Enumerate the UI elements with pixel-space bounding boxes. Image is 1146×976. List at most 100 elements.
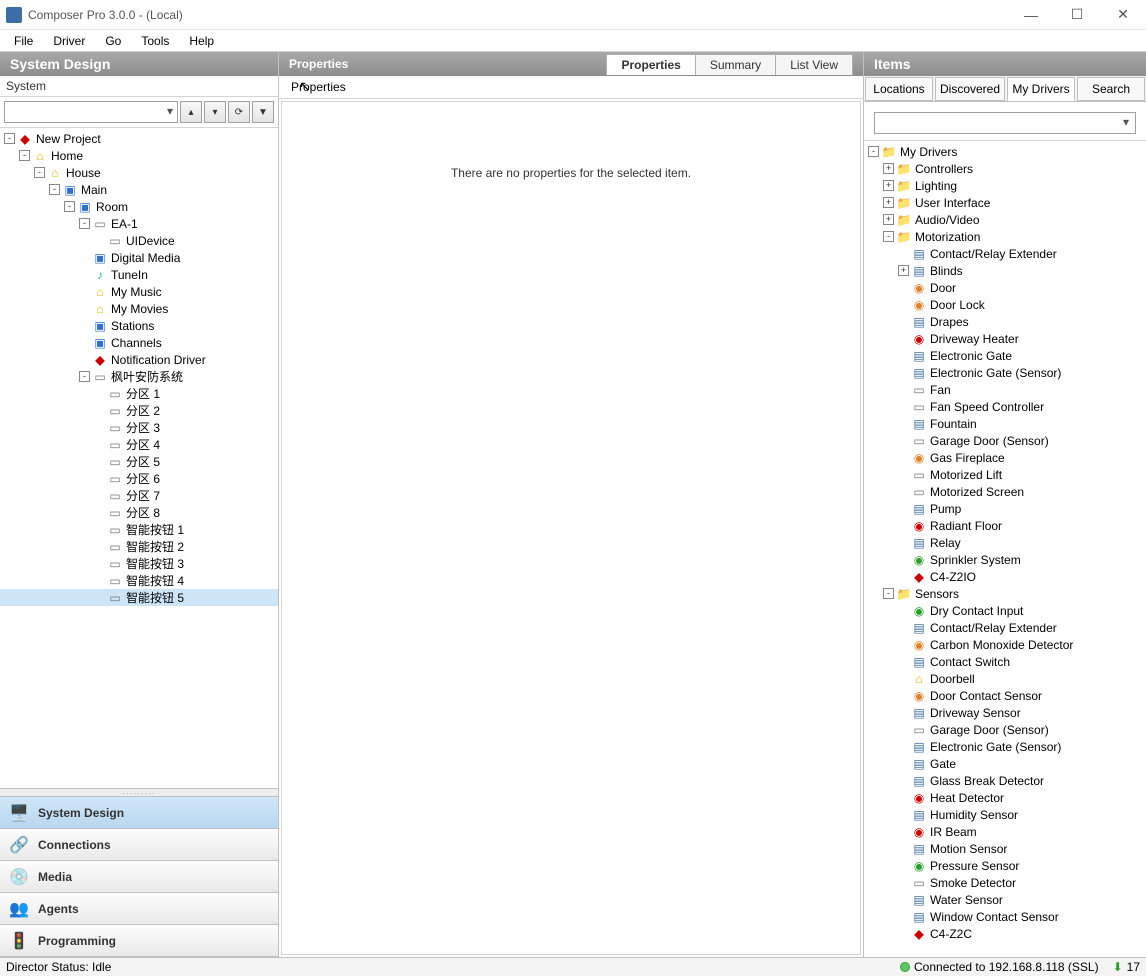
refresh-button[interactable]: ⟳ xyxy=(228,101,250,123)
nav-programming[interactable]: 🚦Programming xyxy=(0,925,278,957)
tree-item[interactable]: ◉Dry Contact Input xyxy=(864,602,1146,619)
tree-item[interactable]: ▭Fan Speed Controller xyxy=(864,398,1146,415)
expand-icon[interactable]: + xyxy=(883,197,894,208)
tree-item[interactable]: ◉Sprinkler System xyxy=(864,551,1146,568)
collapse-icon[interactable]: - xyxy=(19,150,30,161)
tree-item[interactable]: ▤Glass Break Detector xyxy=(864,772,1146,789)
tree-item[interactable]: +📁Audio/Video xyxy=(864,211,1146,228)
tree-item[interactable]: -▭EA-1 xyxy=(0,215,278,232)
collapse-icon[interactable]: - xyxy=(883,231,894,242)
tree-item[interactable]: ⌂My Music xyxy=(0,283,278,300)
menu-help[interactable]: Help xyxy=(179,32,224,50)
collapse-icon[interactable]: - xyxy=(79,218,90,229)
splitter-handle[interactable]: ········· xyxy=(0,788,278,796)
drivers-filter-combo[interactable] xyxy=(874,112,1136,134)
tree-item[interactable]: ▭Fan xyxy=(864,381,1146,398)
tree-item[interactable]: ▤Electronic Gate (Sensor) xyxy=(864,364,1146,381)
close-button[interactable]: ✕ xyxy=(1100,0,1146,30)
tree-item[interactable]: -▭枫叶安防系统 xyxy=(0,368,278,385)
tab-properties[interactable]: Properties xyxy=(606,54,695,75)
tree-item[interactable]: +📁Lighting xyxy=(864,177,1146,194)
menu-driver[interactable]: Driver xyxy=(43,32,95,50)
tree-item[interactable]: ◆Notification Driver xyxy=(0,351,278,368)
tree-item[interactable]: ▭智能按钮 2 xyxy=(0,538,278,555)
collapse-icon[interactable]: - xyxy=(49,184,60,195)
tree-item[interactable]: +📁Controllers xyxy=(864,160,1146,177)
tree-item[interactable]: ◉Driveway Heater xyxy=(864,330,1146,347)
tree-item[interactable]: ▤Water Sensor xyxy=(864,891,1146,908)
tree-item[interactable]: ▭Garage Door (Sensor) xyxy=(864,432,1146,449)
tree-item[interactable]: ▤Humidity Sensor xyxy=(864,806,1146,823)
tree-item[interactable]: -📁My Drivers xyxy=(864,143,1146,160)
nav-media[interactable]: 💿Media xyxy=(0,861,278,893)
tree-item[interactable]: ◉Radiant Floor xyxy=(864,517,1146,534)
expand-icon[interactable]: + xyxy=(883,180,894,191)
tree-item[interactable]: ▭分区 7 xyxy=(0,487,278,504)
tree-item[interactable]: ▭分区 6 xyxy=(0,470,278,487)
nav-up-button[interactable]: ▴ xyxy=(180,101,202,123)
expand-icon[interactable]: + xyxy=(898,265,909,276)
nav-connections[interactable]: 🔗Connections xyxy=(0,829,278,861)
tab-list-view[interactable]: List View xyxy=(775,54,853,75)
tree-item[interactable]: ▤Drapes xyxy=(864,313,1146,330)
tree-item[interactable]: ▤Contact/Relay Extender xyxy=(864,245,1146,262)
expand-icon[interactable]: + xyxy=(883,214,894,225)
tree-item[interactable]: ▤Contact/Relay Extender xyxy=(864,619,1146,636)
tree-item[interactable]: ◉Carbon Monoxide Detector xyxy=(864,636,1146,653)
menu-go[interactable]: Go xyxy=(95,32,131,50)
tree-item[interactable]: -◆New Project xyxy=(0,130,278,147)
maximize-button[interactable]: ☐ xyxy=(1054,0,1100,30)
system-tree[interactable]: -◆New Project-⌂Home-⌂House-▣Main-▣Room-▭… xyxy=(0,128,278,788)
tree-item[interactable]: ▭分区 3 xyxy=(0,419,278,436)
tree-item[interactable]: ▤Electronic Gate (Sensor) xyxy=(864,738,1146,755)
tree-item[interactable]: ▭Smoke Detector xyxy=(864,874,1146,891)
tree-item[interactable]: ▭Motorized Screen xyxy=(864,483,1146,500)
tree-item[interactable]: ▭分区 1 xyxy=(0,385,278,402)
filter-button[interactable]: ▼ xyxy=(252,101,274,123)
tree-item[interactable]: ▤Contact Switch xyxy=(864,653,1146,670)
tree-item[interactable]: -📁Sensors xyxy=(864,585,1146,602)
collapse-icon[interactable]: - xyxy=(868,146,879,157)
nav-system-design[interactable]: 🖥️System Design xyxy=(0,797,278,829)
tree-item[interactable]: ▭分区 2 xyxy=(0,402,278,419)
tree-item[interactable]: ▭分区 5 xyxy=(0,453,278,470)
tree-item[interactable]: ◉Pressure Sensor xyxy=(864,857,1146,874)
tree-item[interactable]: ▭智能按钮 4 xyxy=(0,572,278,589)
tree-item[interactable]: -▣Main xyxy=(0,181,278,198)
tree-item[interactable]: ◉Door Contact Sensor xyxy=(864,687,1146,704)
tab-summary[interactable]: Summary xyxy=(695,54,776,75)
tree-item[interactable]: ▤Motion Sensor xyxy=(864,840,1146,857)
tree-item[interactable]: ◆C4-Z2C xyxy=(864,925,1146,942)
tree-item[interactable]: +▤Blinds xyxy=(864,262,1146,279)
tree-item[interactable]: ◉Door xyxy=(864,279,1146,296)
expand-icon[interactable]: + xyxy=(883,163,894,174)
tree-item[interactable]: ◉Door Lock xyxy=(864,296,1146,313)
tree-item[interactable]: ◉Gas Fireplace xyxy=(864,449,1146,466)
tree-item[interactable]: -▣Room xyxy=(0,198,278,215)
tree-item[interactable]: -⌂Home xyxy=(0,147,278,164)
tree-item[interactable]: ⌂My Movies xyxy=(0,300,278,317)
collapse-icon[interactable]: - xyxy=(4,133,15,144)
tree-item[interactable]: ▭Motorized Lift xyxy=(864,466,1146,483)
tree-item[interactable]: ▭智能按钮 5 xyxy=(0,589,278,606)
tree-item[interactable]: ♪TuneIn xyxy=(0,266,278,283)
tree-item[interactable]: ▤Relay xyxy=(864,534,1146,551)
menu-file[interactable]: File xyxy=(4,32,43,50)
tree-item[interactable]: ◉IR Beam xyxy=(864,823,1146,840)
tree-item[interactable]: ▭Garage Door (Sensor) xyxy=(864,721,1146,738)
tree-item[interactable]: -📁Motorization xyxy=(864,228,1146,245)
tree-item[interactable]: ▣Channels xyxy=(0,334,278,351)
tree-item[interactable]: +📁User Interface xyxy=(864,194,1146,211)
tree-item[interactable]: ▭智能按钮 1 xyxy=(0,521,278,538)
tree-item[interactable]: ▭分区 4 xyxy=(0,436,278,453)
tree-item[interactable]: ▣Stations xyxy=(0,317,278,334)
menu-tools[interactable]: Tools xyxy=(131,32,179,50)
tree-item[interactable]: ▤Gate xyxy=(864,755,1146,772)
tree-item[interactable]: ▤Window Contact Sensor xyxy=(864,908,1146,925)
tab-my-drivers[interactable]: My Drivers xyxy=(1007,77,1075,101)
collapse-icon[interactable]: - xyxy=(883,588,894,599)
system-search-combo[interactable] xyxy=(4,101,178,123)
tree-item[interactable]: ▭UIDevice xyxy=(0,232,278,249)
tree-item[interactable]: ◆C4-Z2IO xyxy=(864,568,1146,585)
tab-locations[interactable]: Locations xyxy=(865,77,933,101)
